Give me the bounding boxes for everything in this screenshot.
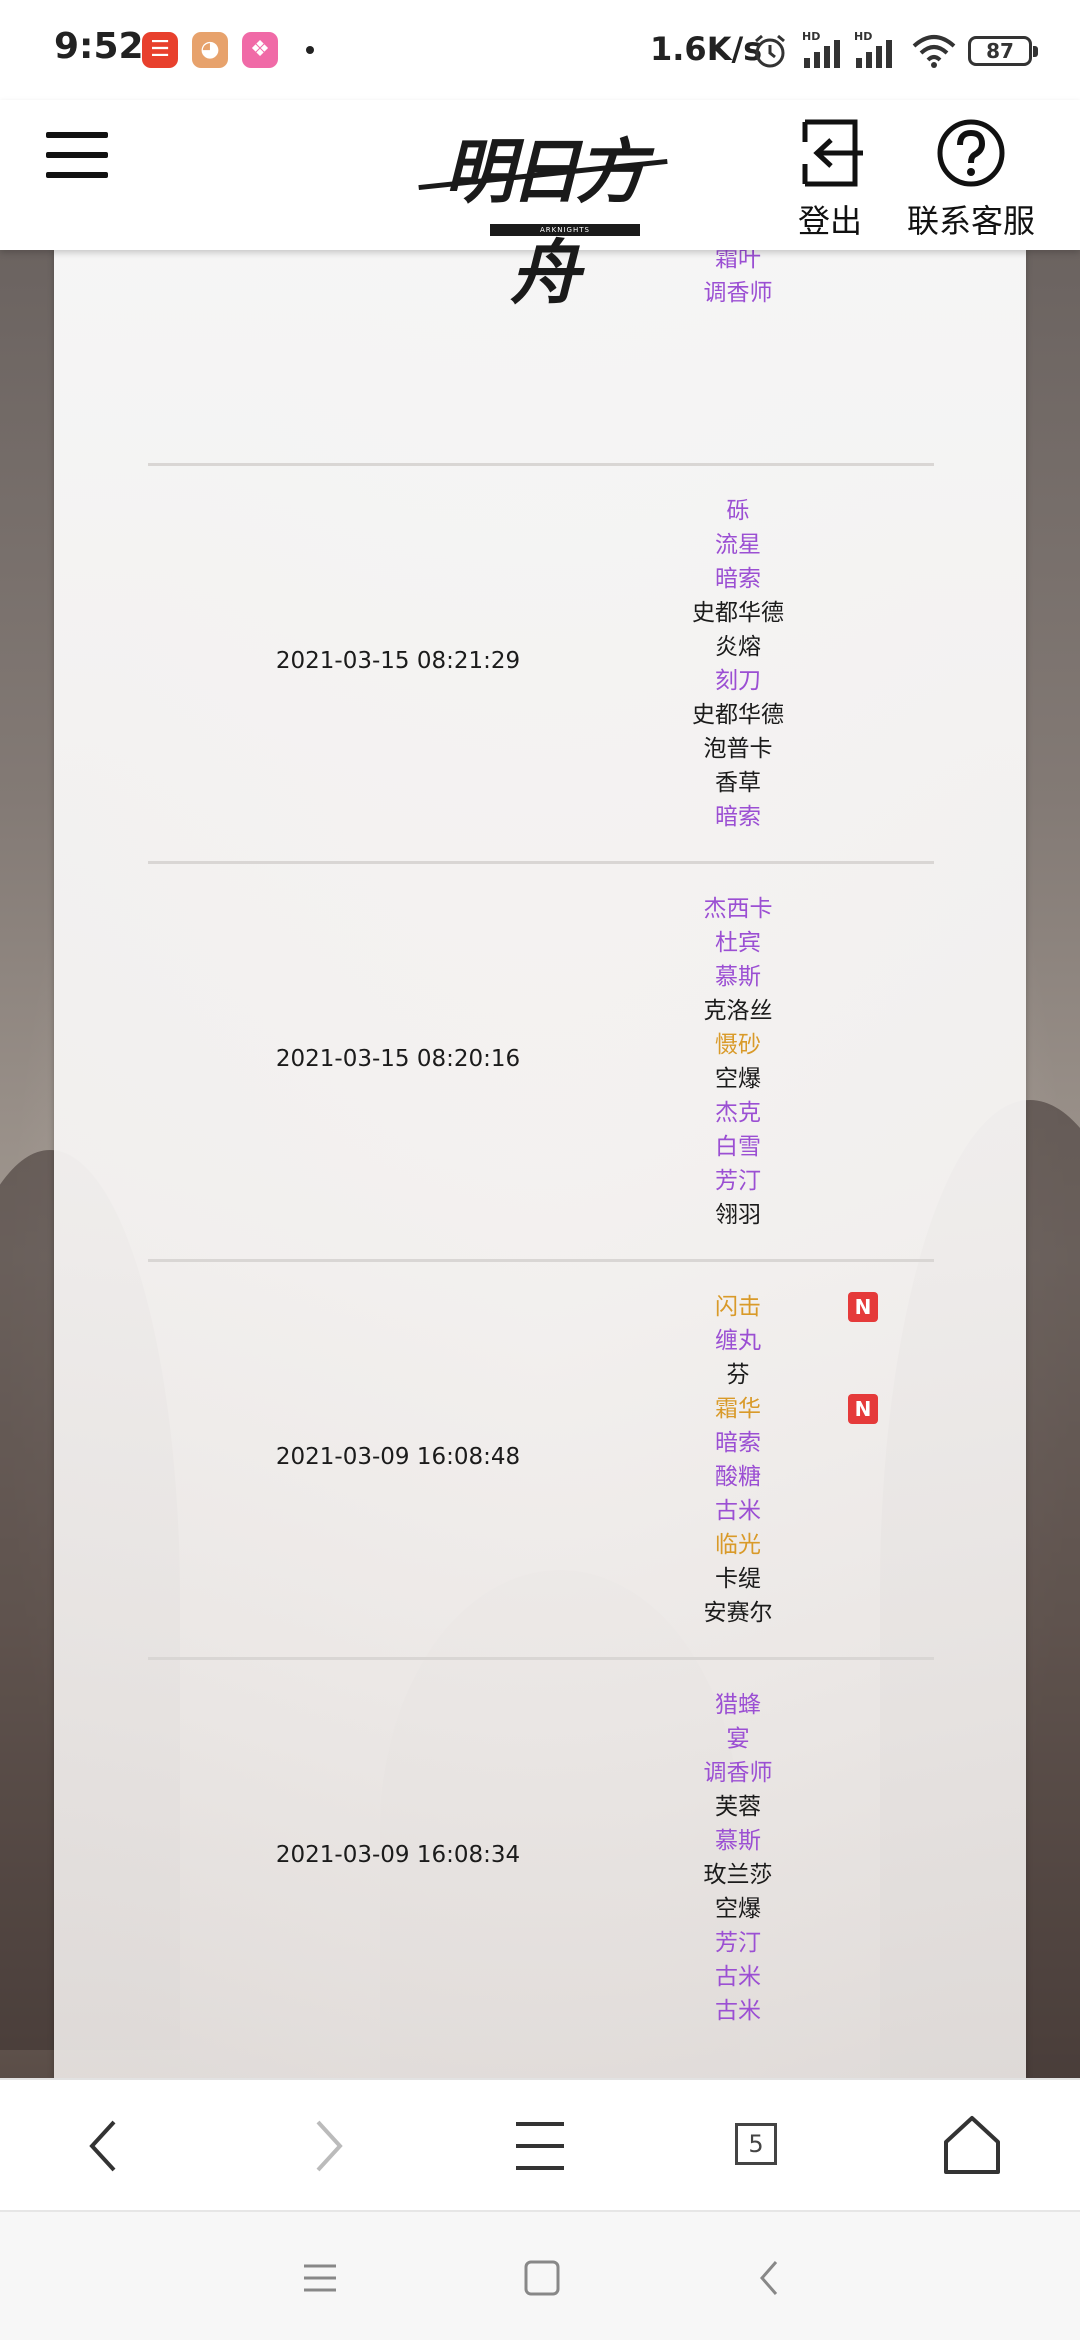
operator-name: 空爆 xyxy=(715,1066,761,1092)
app-icon-pink: ❖ xyxy=(242,32,278,68)
operator-list: 猎蜂宴调香师 芙蓉 慕斯 玫兰莎 空爆 芳汀 古米 古米 xyxy=(638,1688,838,2028)
menu-bar-icon xyxy=(46,152,108,158)
gacha-record-row: 2021-03-09 16:08:48 N N 闪击缠丸芬霜华暗索酸糖古米临光卡缇安赛… xyxy=(148,1262,934,1660)
operator-name: 宴 xyxy=(726,1726,750,1752)
net-speed: 1.6K/s xyxy=(650,30,763,68)
forward-icon[interactable] xyxy=(290,2110,362,2182)
operator-name: 卡缇 xyxy=(715,1566,761,1592)
operator-name: 闪击 xyxy=(715,1294,761,1320)
battery-icon: 87 xyxy=(968,36,1038,66)
signal-icon-2: HD xyxy=(854,30,892,68)
signal-icon: HD xyxy=(802,30,840,68)
gacha-record-card: 2021-03-15 08:21:44酸糖斑点玫兰莎史都华德霜叶调香师2021-… xyxy=(54,250,1026,2080)
home-icon[interactable] xyxy=(936,2110,1008,2182)
operator-name: 霜华 xyxy=(715,1396,761,1422)
operator-name: 杰克 xyxy=(715,1100,761,1126)
system-navigation-bar xyxy=(0,2210,1080,2340)
logout-button[interactable]: 登出 xyxy=(790,118,870,242)
operator-name: 泡普卡 xyxy=(703,736,773,762)
menu-bar-icon xyxy=(46,132,108,138)
operator-name: 杜宾 xyxy=(715,930,761,956)
new-badge: N xyxy=(848,1394,878,1424)
operator-name: 玫兰莎 xyxy=(703,1862,773,1888)
menu-bar-icon xyxy=(46,172,108,178)
operator-name: 芙蓉 xyxy=(715,1794,761,1820)
operator-name: 暗索 xyxy=(715,1430,761,1456)
operator-name: 流星 xyxy=(715,532,761,558)
operator-name: 史都华德 xyxy=(692,600,784,626)
operator-name: 克洛丝 xyxy=(703,998,773,1024)
operator-name: 调香师 xyxy=(703,1760,773,1786)
browser-menu-icon[interactable] xyxy=(504,2110,576,2182)
new-badge: N xyxy=(848,1292,878,1322)
record-time: 2021-03-15 08:20:16 xyxy=(275,1046,521,1072)
arknights-logo: 明日方舟 ARKNIGHTS xyxy=(412,112,674,314)
operator-name: 芳汀 xyxy=(715,1930,761,1956)
operator-name: 炎熔 xyxy=(715,634,761,660)
recent-apps-icon[interactable] xyxy=(292,2250,348,2306)
operator-list: 闪击缠丸芬霜华暗索酸糖古米临光卡缇安赛尔 xyxy=(638,1290,838,1630)
operator-list: 砾流星 暗索 史都华德 炎熔 刻刀 史都华德 泡普卡 香草 暗索 xyxy=(638,494,838,834)
operator-name: 芬 xyxy=(726,1362,750,1388)
operator-name: 刻刀 xyxy=(715,668,761,694)
help-icon xyxy=(937,119,1005,187)
app-icon-red: ☰ xyxy=(142,32,178,68)
signal-hd-label-2: HD xyxy=(854,30,872,43)
operator-name: 猎蜂 xyxy=(715,1692,761,1718)
operator-name: 缠丸 xyxy=(715,1328,761,1354)
customer-service-label: 联系客服 xyxy=(906,202,1035,240)
operator-name: 芳汀 xyxy=(715,1168,761,1194)
logo-subtitle: ARKNIGHTS xyxy=(540,226,590,234)
notification-dot-icon xyxy=(306,46,314,54)
operator-name: 安赛尔 xyxy=(703,1600,773,1626)
record-time: 2021-03-09 16:08:34 xyxy=(275,1842,521,1868)
gacha-record-row: 2021-03-15 08:20:16 杰西卡杜宾慕斯克洛丝慑砂空爆杰克白雪芳汀翎… xyxy=(148,864,934,1262)
system-back-icon[interactable] xyxy=(742,2250,798,2306)
operator-name: 暗索 xyxy=(715,566,761,592)
operator-name: 翎羽 xyxy=(715,1202,761,1228)
operator-name: 白雪 xyxy=(715,1134,761,1160)
customer-service-button[interactable]: 联系客服 xyxy=(906,118,1036,242)
operator-name: 慕斯 xyxy=(715,964,761,990)
alarm-icon xyxy=(755,34,785,68)
logout-icon xyxy=(802,119,863,187)
operator-name: 史都华德 xyxy=(692,702,784,728)
gacha-record-row: 2021-03-15 08:21:29 砾流星 暗索 史都华德 炎熔 刻刀 史都华德 泡普卡香… xyxy=(148,466,934,864)
operator-list: 杰西卡杜宾慕斯克洛丝慑砂空爆杰克白雪芳汀翎羽 xyxy=(638,892,838,1232)
tab-count: 5 xyxy=(735,2123,777,2165)
browser-toolbar: 5 xyxy=(0,2078,1080,2210)
record-time: 2021-03-15 08:21:29 xyxy=(275,648,521,674)
operator-name: 古米 xyxy=(715,1498,761,1524)
app-header: 明日方舟 ARKNIGHTS 登出 联系客服 xyxy=(0,100,1080,314)
status-bar: 9:52 ☰ ◕ ❖ 1.6K/s HD HD 87 xyxy=(0,0,1080,100)
operator-name: 临光 xyxy=(715,1532,761,1558)
operator-name: 空爆 xyxy=(715,1896,761,1922)
operator-name: 酸糖 xyxy=(715,1464,761,1490)
operator-name: 砾 xyxy=(726,498,750,524)
gacha-record-row: 2021-03-09 16:08:34 猎蜂宴调香师 芙蓉 慕斯 玫兰莎 空爆 芳汀 古米 古米 xyxy=(148,1660,934,2080)
signal-hd-label: HD xyxy=(802,30,820,43)
record-time: 2021-03-09 16:08:48 xyxy=(275,1444,521,1470)
operator-name: 古米 xyxy=(715,1964,761,1990)
wifi-icon xyxy=(912,35,956,68)
operator-name: 香草 xyxy=(715,770,761,796)
status-time: 9:52 xyxy=(54,26,144,67)
logo-text: 明日方舟 xyxy=(444,130,646,314)
operator-name: 古米 xyxy=(715,1998,761,2024)
menu-button[interactable] xyxy=(42,128,114,188)
back-icon[interactable] xyxy=(70,2110,142,2182)
operator-name: 慕斯 xyxy=(715,1828,761,1854)
operator-name: 暗索 xyxy=(715,804,761,830)
app-icon-dog: ◕ xyxy=(192,32,228,68)
operator-name: 杰西卡 xyxy=(703,896,773,922)
operator-name: 慑砂 xyxy=(715,1032,761,1058)
tabs-button[interactable]: 5 xyxy=(726,2110,798,2182)
system-home-icon[interactable] xyxy=(514,2250,570,2306)
logout-label: 登出 xyxy=(797,202,862,240)
